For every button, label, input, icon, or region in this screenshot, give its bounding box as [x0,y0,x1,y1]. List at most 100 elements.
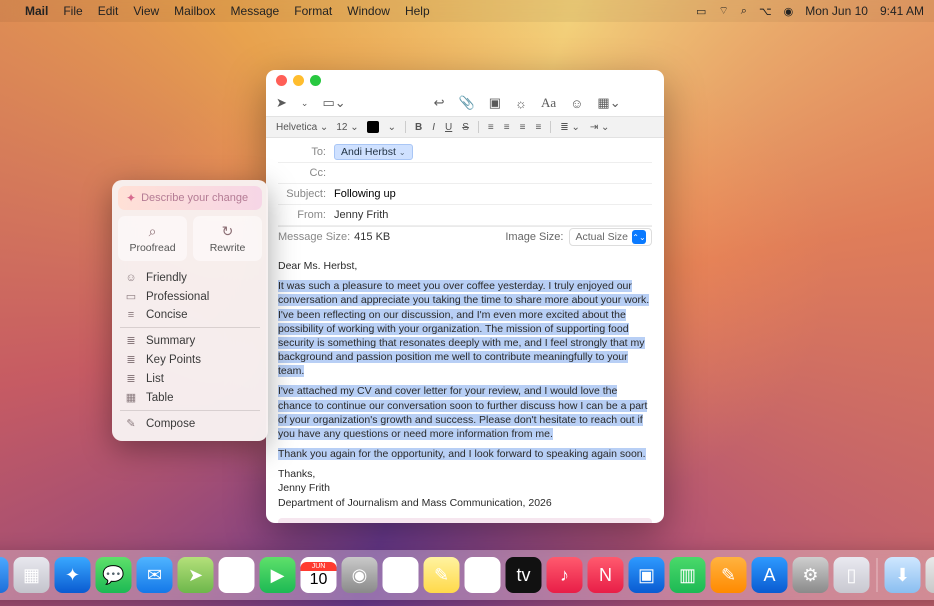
dock-iphone-mirroring[interactable]: ▯ [834,557,870,593]
header-fields-icon[interactable]: ▭⌄ [322,95,345,111]
rewrite-button[interactable]: ↻Rewrite [193,216,262,261]
dock-notes[interactable]: ✎ [424,557,460,593]
dock-trash[interactable]: 🗑 [926,557,934,593]
dock-photos[interactable]: ✿ [219,557,255,593]
dock-contacts[interactable]: ◉ [342,557,378,593]
dock-numbers[interactable]: ▥ [670,557,706,593]
align-left-button[interactable]: ≡ [487,122,495,133]
concise-option[interactable]: ≡Concise [118,306,262,324]
underline-button[interactable]: U [444,122,453,133]
text-color-swatch[interactable] [367,121,379,133]
menubar-time[interactable]: 9:41 AM [880,4,924,18]
image-size-label: Image Size: [505,231,563,243]
dock: ☺ ▦ ✦ 💬 ✉ ➤ ✿ ▶ JUN 10 ◉ ☑ ✎ ◈ tv ♪ N ▣ … [0,550,934,600]
format-bar: Helvetica ⌄ 12 ⌄ ⌄ B I U S ≡ ≡ ≡ ≡ ≣ ⌄ ⇥… [266,116,664,138]
dock-freeform[interactable]: ◈ [465,557,501,593]
list-option[interactable]: ≣List [118,369,262,388]
dock-appstore[interactable]: A [752,557,788,593]
zoom-button[interactable] [310,75,321,86]
dock-music[interactable]: ♪ [547,557,583,593]
subject-field[interactable] [334,188,652,200]
cc-field[interactable] [334,167,652,179]
keypoints-option[interactable]: ≣Key Points [118,350,262,369]
battery-icon[interactable]: ▭ [696,5,706,18]
dock-separator [877,558,878,592]
close-button[interactable] [276,75,287,86]
recipient-chip[interactable]: Andi Herbst⌄ [334,144,413,160]
strikethrough-button[interactable]: S [461,122,470,133]
compose-option[interactable]: ✎Compose [118,414,262,433]
control-center-icon[interactable]: ⌥ [759,5,772,18]
menu-window[interactable]: Window [347,4,390,18]
describe-change-input[interactable] [141,192,254,204]
menubar: Mail File Edit View Mailbox Message Form… [0,0,934,22]
dock-safari[interactable]: ✦ [55,557,91,593]
summary-option[interactable]: ≣Summary [118,331,262,350]
dock-settings[interactable]: ⚙ [793,557,829,593]
font-family-select[interactable]: Helvetica ⌄ [276,122,328,133]
menu-help[interactable]: Help [405,4,430,18]
menubar-date[interactable]: Mon Jun 10 [805,4,868,18]
dock-reminders[interactable]: ☑ [383,557,419,593]
dock-facetime[interactable]: ▶ [260,557,296,593]
dock-messages[interactable]: 💬 [96,557,132,593]
concise-icon: ≡ [124,309,138,321]
photo-browser-icon[interactable]: ▦⌄ [597,95,620,111]
spotlight-icon[interactable]: ⌕ [741,5,747,18]
send-icon[interactable]: ➤ [276,95,287,111]
font-panel-icon[interactable]: Aa [541,95,556,111]
subject-label: Subject: [278,188,334,200]
from-field[interactable]: Jenny Frith [334,209,652,221]
app-menu[interactable]: Mail [25,4,48,18]
italic-button[interactable]: I [431,122,436,133]
attachment-preview[interactable]: JENNY FRITH I am a third-year student un… [278,518,652,523]
align-center-button[interactable]: ≡ [503,122,511,133]
dock-tv[interactable]: tv [506,557,542,593]
indent-button[interactable]: ⇥ ⌄ [589,122,611,133]
dock-pages[interactable]: ✎ [711,557,747,593]
dock-news[interactable]: N [588,557,624,593]
minimize-button[interactable] [293,75,304,86]
reply-icon[interactable]: ↩ [434,95,445,111]
font-size-select[interactable]: 12 ⌄ [336,122,358,133]
send-options-icon[interactable]: ⌄ [301,98,309,109]
emoji-icon[interactable]: ☺ [570,96,583,111]
friendly-option[interactable]: ☺Friendly [118,269,262,287]
format-icon[interactable]: ☼ [515,96,527,111]
color-picker-icon[interactable]: ⌄ [387,122,397,133]
image-size-select[interactable]: Actual Size ⌃⌄ [569,228,652,246]
insert-photo-icon[interactable]: ▣ [489,95,501,111]
menu-view[interactable]: View [133,4,159,18]
attach-icon[interactable]: 📎 [459,95,475,111]
greeting-text: Dear Ms. Herbst, [278,259,652,273]
describe-change-field-wrap[interactable]: ✦ [118,186,262,210]
menu-format[interactable]: Format [294,4,332,18]
summary-icon: ≣ [124,334,138,347]
to-label: To: [278,146,334,158]
dock-finder[interactable]: ☺ [0,557,9,593]
dock-maps[interactable]: ➤ [178,557,214,593]
chevron-down-icon[interactable]: ⌄ [399,148,406,157]
bold-button[interactable]: B [414,122,423,133]
user-icon[interactable]: ◉ [784,5,794,18]
align-justify-button[interactable]: ≡ [534,122,542,133]
compose-toolbar: ➤ ⌄ ▭⌄ ↩ 📎 ▣ ☼ Aa ☺ ▦⌄ [266,90,664,116]
proofread-button[interactable]: ⌕Proofread [118,216,187,261]
dock-calendar[interactable]: JUN 10 [301,557,337,593]
to-field[interactable]: Andi Herbst⌄ [334,144,652,160]
menu-edit[interactable]: Edit [98,4,119,18]
table-option[interactable]: ▦Table [118,388,262,407]
dock-launchpad[interactable]: ▦ [14,557,50,593]
wifi-icon[interactable]: ⌔ [718,4,728,18]
align-right-button[interactable]: ≡ [519,122,527,133]
menu-message[interactable]: Message [231,4,280,18]
dock-mail[interactable]: ✉ [137,557,173,593]
dock-downloads[interactable]: ⬇ [885,557,921,593]
message-body[interactable]: Dear Ms. Herbst, It was such a pleasure … [266,251,664,523]
menu-mailbox[interactable]: Mailbox [174,4,215,18]
list-button[interactable]: ≣ ⌄ [559,122,581,133]
table-icon: ▦ [124,391,138,404]
dock-keynote[interactable]: ▣ [629,557,665,593]
menu-file[interactable]: File [63,4,82,18]
professional-option[interactable]: ▭Professional [118,287,262,306]
